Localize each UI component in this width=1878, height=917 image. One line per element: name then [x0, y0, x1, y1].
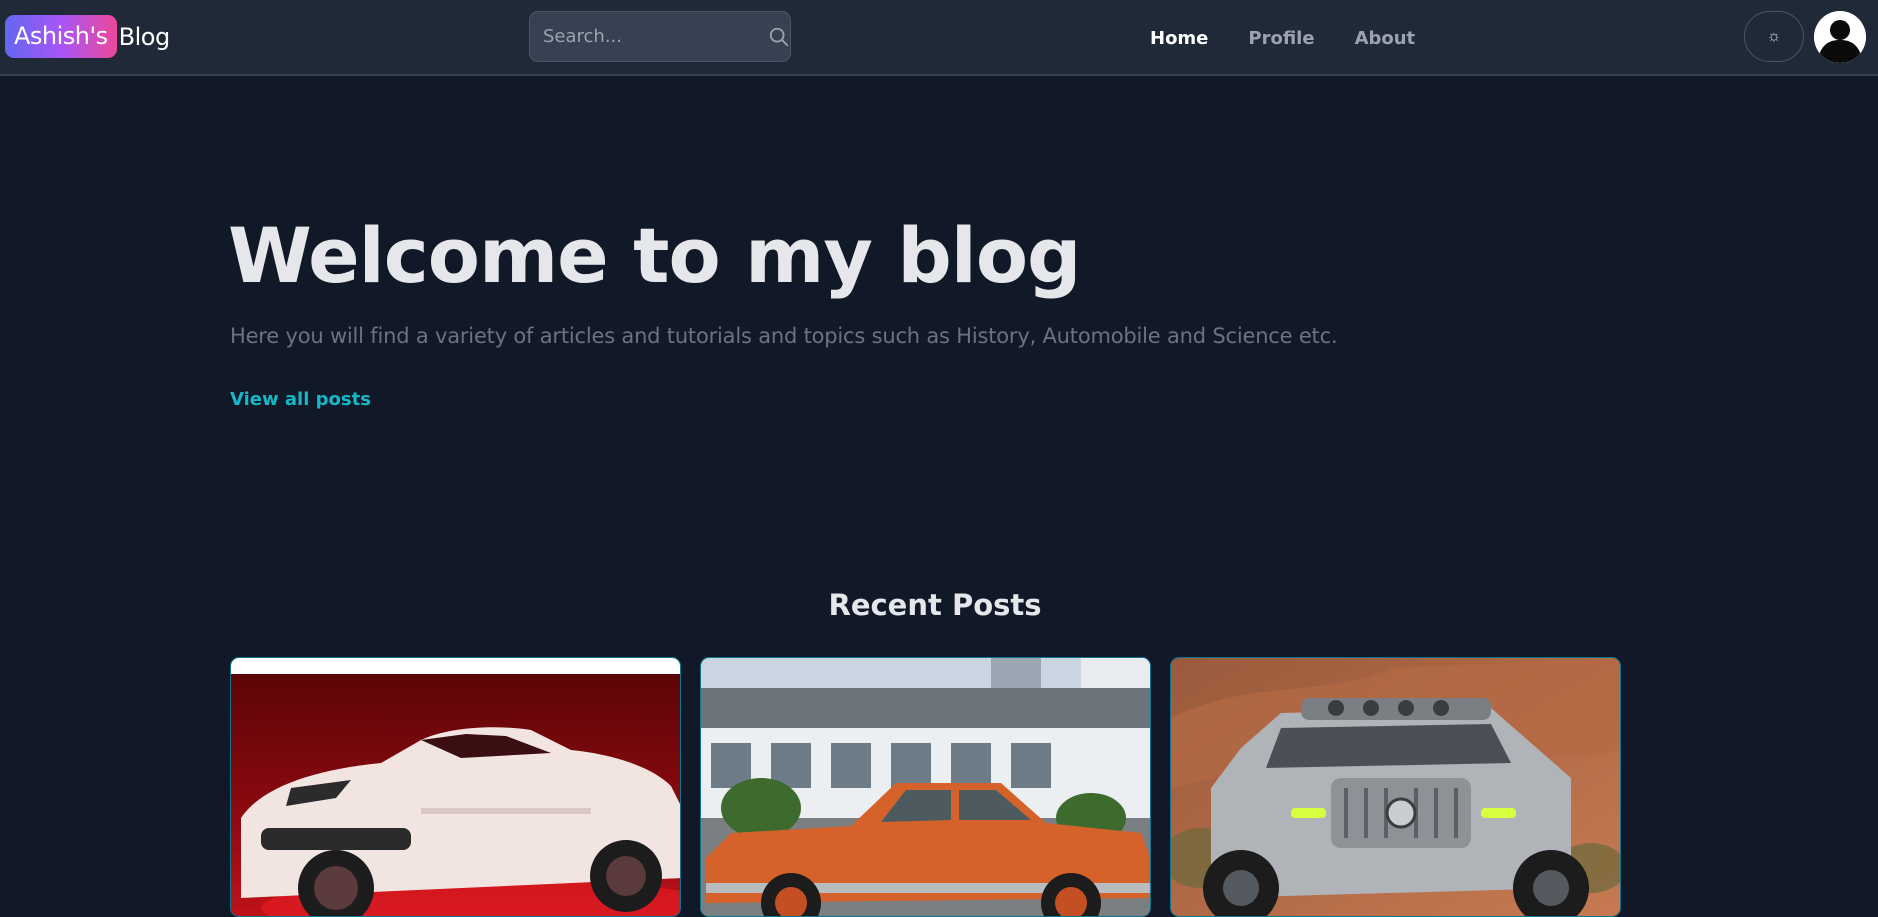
post-card[interactable]: [1170, 657, 1621, 917]
logo-badge: Ashish's: [5, 15, 117, 58]
post-image: [231, 658, 680, 916]
user-icon: [1814, 11, 1866, 63]
post-card[interactable]: [700, 657, 1151, 917]
theme-toggle-button[interactable]: ☼: [1744, 11, 1804, 62]
hero-title: Welcome to my blog: [228, 211, 1081, 300]
recent-posts-title: Recent Posts: [828, 588, 1042, 622]
search-icon[interactable]: [768, 15, 790, 59]
logo-text: Blog: [118, 22, 171, 51]
view-all-posts-link[interactable]: View all posts: [230, 389, 371, 410]
post-card[interactable]: [230, 657, 681, 917]
navbar: Ashish's Blog Home Profile About ☼: [0, 0, 1878, 76]
post-image: [1171, 658, 1620, 916]
sun-icon: ☼: [1766, 27, 1782, 45]
hero-subtitle: Here you will find a variety of articles…: [230, 324, 1338, 348]
site-logo[interactable]: Ashish's Blog: [5, 15, 170, 58]
main-nav: Home Profile About: [1150, 0, 1455, 76]
search-box: [529, 11, 791, 62]
nav-profile-link[interactable]: Profile: [1248, 28, 1314, 49]
search-input[interactable]: [530, 12, 768, 61]
nav-home-link[interactable]: Home: [1150, 28, 1208, 49]
post-image: [701, 658, 1150, 916]
nav-about-link[interactable]: About: [1355, 28, 1416, 49]
avatar[interactable]: [1814, 11, 1866, 63]
